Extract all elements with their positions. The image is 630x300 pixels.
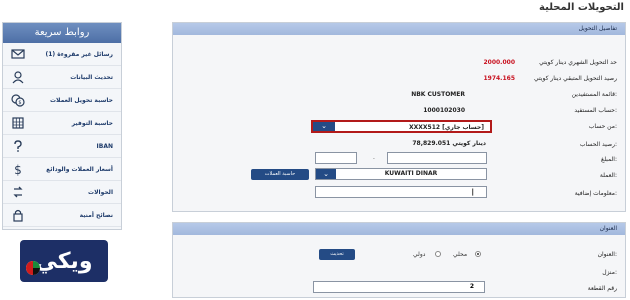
- local-radio-label: محلي: [453, 251, 468, 258]
- balance-label: رصيد الحساب:: [579, 141, 617, 148]
- chevron-down-icon[interactable]: ⌄: [316, 169, 336, 179]
- sidebar-item-update-data[interactable]: تحديث البيانات: [3, 66, 121, 89]
- additional-info-label: معلومات إضافية:: [574, 190, 617, 197]
- user-icon: [11, 70, 25, 84]
- wiki-logo: ويكي: [20, 240, 108, 282]
- envelope-icon: [11, 47, 25, 61]
- svg-text:$: $: [14, 163, 22, 176]
- address-label: العنوان:: [597, 251, 617, 258]
- sidebar-item-label: IBAN: [96, 142, 113, 150]
- sidebar-item-currency-calculator[interactable]: $ حاسبة تحويل العملات: [3, 89, 121, 112]
- additional-info-value: |: [471, 188, 474, 196]
- sidebar-header: روابط سريعة: [3, 23, 121, 43]
- sidebar-item-security-tips[interactable]: نصائح أمنية: [3, 204, 121, 227]
- area-value: 2: [469, 283, 474, 290]
- kuwait-flag-icon: [26, 261, 40, 275]
- beneficiary-list-label: قائمة المستفيدين:: [571, 91, 617, 98]
- area-label: رقم القطعة: [587, 285, 617, 292]
- logo-text: ويكي: [35, 248, 93, 274]
- sidebar-item-label: الحوالات: [88, 188, 113, 196]
- international-radio-label: دولي: [413, 251, 426, 258]
- chevron-down-icon[interactable]: ⌄: [313, 122, 335, 131]
- quick-links-sidebar: روابط سريعة رسائل غير مقروءة (1) تحديث ا…: [2, 22, 122, 230]
- svg-text:$: $: [18, 100, 21, 106]
- local-radio[interactable]: [475, 251, 481, 257]
- lock-icon: [11, 208, 25, 222]
- from-account-label: من حساب:: [588, 123, 617, 130]
- transfer-icon: [11, 185, 25, 199]
- question-icon: [11, 139, 25, 153]
- remaining-limit-value: 1974.165: [483, 75, 515, 82]
- sidebar-item-iban[interactable]: IBAN: [3, 135, 121, 158]
- from-account-select[interactable]: ⌄ XXXX512 [حساب جاري]: [311, 120, 492, 133]
- currency-value: KUWAITI DINAR: [384, 170, 438, 177]
- amount-decimal-input[interactable]: [315, 152, 357, 164]
- additional-info-input[interactable]: |: [315, 186, 487, 198]
- amount-decimal-separator: .: [373, 154, 375, 161]
- currency-select[interactable]: ⌄ KUWAITI DINAR: [315, 168, 487, 180]
- update-button[interactable]: تحديث: [319, 249, 355, 260]
- beneficiary-account-label: حساب المستفيد:: [574, 107, 617, 114]
- sidebar-item-label: حاسبة التوفير: [71, 119, 113, 127]
- amount-integer-input[interactable]: [387, 152, 487, 164]
- remaining-limit-label: رصيد التحويل المتبقي دينار كويتي: [533, 75, 617, 82]
- sidebar-item-label: أسعار العملات والودائع: [46, 165, 113, 173]
- amount-label: المبلغ:: [601, 156, 617, 163]
- monthly-limit-label: حد التحويل الشهري دينار كويتي: [539, 59, 617, 66]
- sidebar-item-label: رسائل غير مقروءة (1): [45, 50, 113, 58]
- sidebar-item-label: حاسبة تحويل العملات: [50, 96, 113, 104]
- sidebar-item-transfers[interactable]: الحوالات: [3, 181, 121, 204]
- sidebar-item-savings-calculator[interactable]: حاسبة التوفير: [3, 112, 121, 135]
- area-input[interactable]: 2: [313, 281, 485, 293]
- dollar-icon: $: [11, 162, 25, 176]
- page-title: التحويلات المحلية: [539, 2, 624, 13]
- calculator-icon: [11, 116, 25, 130]
- currency-calculator-icon: $: [11, 93, 25, 107]
- from-account-value: XXXX512 [حساب جاري]: [409, 124, 484, 131]
- beneficiary-account-value: 1000102030: [423, 107, 465, 114]
- sidebar-item-unread-messages[interactable]: رسائل غير مقروءة (1): [3, 43, 121, 66]
- home-label: منزل:: [602, 269, 617, 276]
- currency-label: العملة:: [599, 172, 617, 179]
- sidebar-item-rates[interactable]: $ أسعار العملات والودائع: [3, 158, 121, 181]
- balance-value: 78,829.051 دينار كويتي: [412, 140, 486, 147]
- address-panel: العنوان العنوان: محلي دولي تحديث منزل: ر…: [172, 222, 626, 298]
- transfer-details-panel: تفاصيل التحويل حد التحويل الشهري دينار ك…: [172, 22, 626, 212]
- monthly-limit-value: 2000.000: [483, 59, 515, 66]
- sidebar-item-label: تحديث البيانات: [70, 73, 113, 81]
- sidebar-item-label: نصائح أمنية: [79, 211, 113, 219]
- beneficiary-list-value[interactable]: NBK CUSTOMER: [411, 91, 465, 98]
- panel-header: العنوان: [173, 223, 625, 235]
- panel-header: تفاصيل التحويل: [173, 23, 625, 35]
- currency-calculator-button[interactable]: حاسبة العملات: [251, 169, 309, 180]
- international-radio[interactable]: [435, 251, 441, 257]
